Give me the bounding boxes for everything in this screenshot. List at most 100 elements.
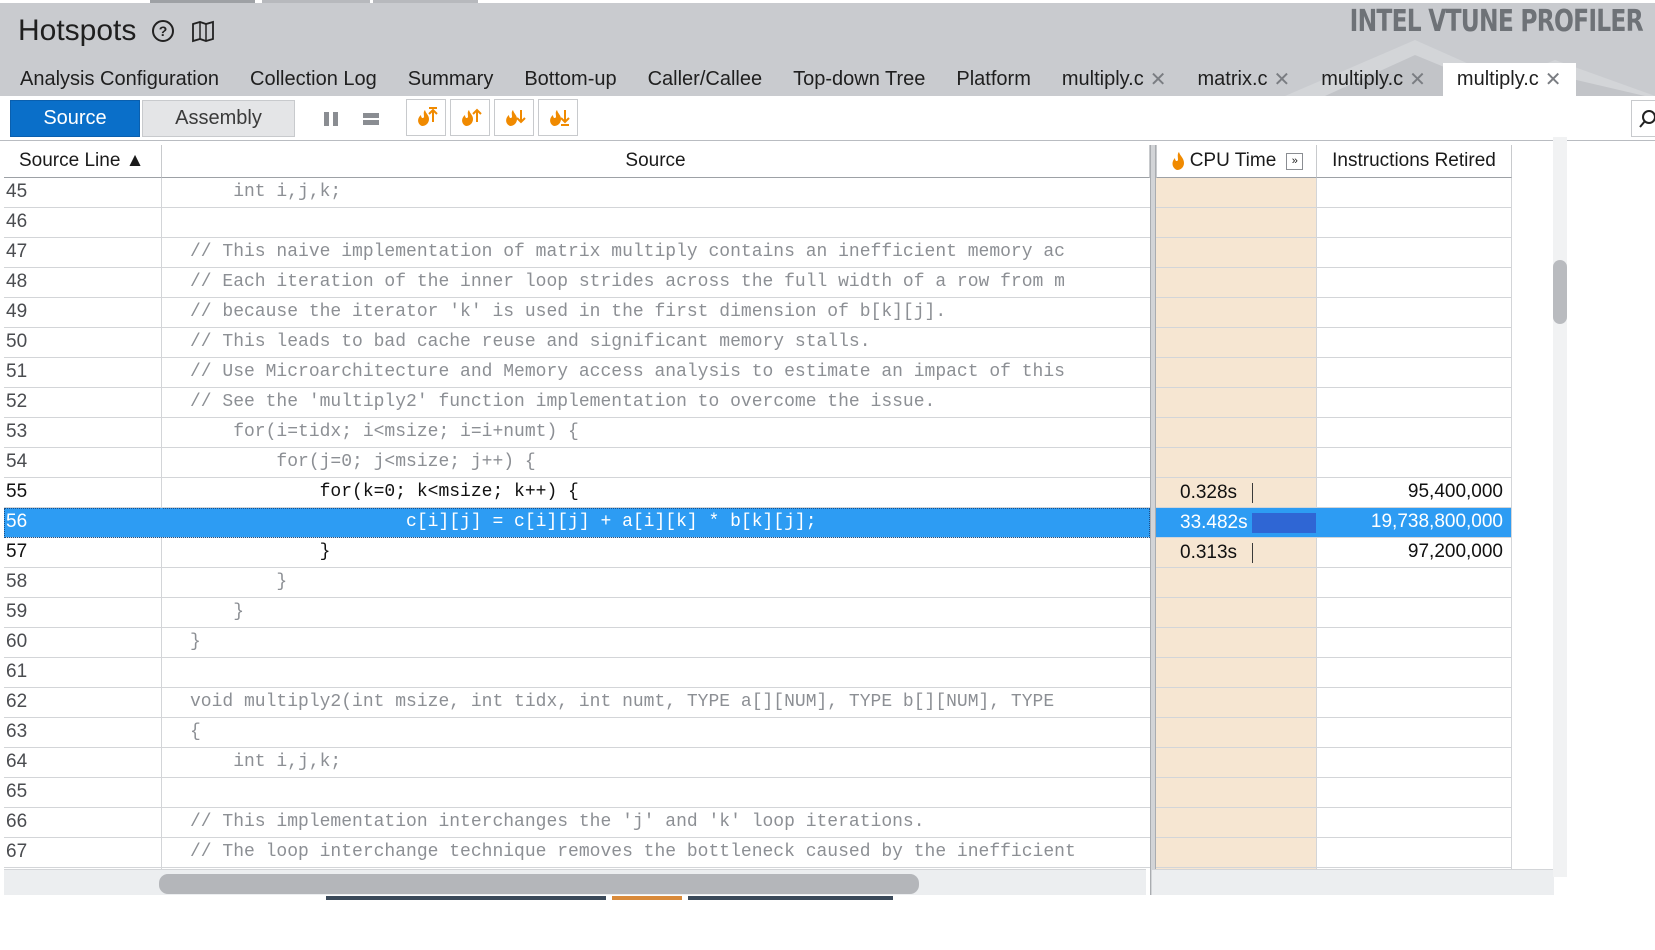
metric-row[interactable]: [1156, 178, 1512, 208]
line-number: 58: [4, 568, 162, 597]
metric-row[interactable]: [1156, 448, 1512, 478]
tab-matrix-c[interactable]: matrix.c ✕: [1184, 63, 1305, 96]
source-row[interactable]: 60}: [4, 628, 1150, 658]
vertical-scrollbar-thumb[interactable]: [1553, 260, 1567, 324]
source-row[interactable]: 45 int i,j,k;: [4, 178, 1150, 208]
source-row[interactable]: 55 for(k=0; k<msize; k++) {: [4, 478, 1150, 508]
source-row[interactable]: 62 void multiply2(int msize, int tidx, in…: [4, 688, 1150, 718]
source-code: for(j=0; j<msize; j++) {: [190, 452, 536, 472]
close-icon[interactable]: ✕: [1274, 67, 1291, 92]
tab-multiply-c-2[interactable]: multiply.c ✕: [1307, 63, 1440, 96]
metric-row[interactable]: [1156, 628, 1512, 658]
close-icon[interactable]: ✕: [1409, 67, 1426, 92]
tab-multiply-c-1[interactable]: multiply.c ✕: [1048, 63, 1181, 96]
split-vertical-icon[interactable]: [318, 106, 344, 132]
source-row[interactable]: 65: [4, 778, 1150, 808]
instructions-retired-value: [1317, 838, 1512, 867]
assembly-view-button[interactable]: Assembly: [142, 100, 295, 137]
previous-hotspot-icon[interactable]: [450, 99, 490, 136]
column-header-source[interactable]: Source: [162, 145, 1150, 178]
metric-row[interactable]: [1156, 688, 1512, 718]
source-row[interactable]: 67 // The loop interchange technique remo…: [4, 838, 1150, 868]
metric-row[interactable]: [1156, 418, 1512, 448]
source-row[interactable]: 53 for(i=tidx; i<msize; i=i+numt) {: [4, 418, 1150, 448]
tab-multiply-c-active[interactable]: multiply.c ✕: [1442, 63, 1576, 96]
close-icon[interactable]: ✕: [1545, 67, 1562, 92]
metric-row[interactable]: [1156, 808, 1512, 838]
source-view-button[interactable]: Source: [10, 100, 140, 137]
scroll-to-highest-hotspot-icon[interactable]: [406, 99, 446, 136]
tab-analysis-configuration[interactable]: Analysis Configuration: [6, 63, 233, 96]
cpu-time-cell: [1156, 688, 1317, 717]
source-row[interactable]: 58 }: [4, 568, 1150, 598]
metric-row[interactable]: [1156, 328, 1512, 358]
column-header-instructions-retired[interactable]: Instructions Retired: [1317, 145, 1512, 178]
source-row[interactable]: 47 // This naive implementation of matrix…: [4, 238, 1150, 268]
source-row[interactable]: 57 }: [4, 538, 1150, 568]
source-code: }: [190, 542, 331, 562]
source-row[interactable]: 63 {: [4, 718, 1150, 748]
tab-platform[interactable]: Platform: [942, 63, 1044, 96]
metric-row[interactable]: [1156, 358, 1512, 388]
metric-row[interactable]: 0.313s 97,200,000: [1156, 538, 1512, 568]
instructions-retired-value: [1317, 628, 1512, 657]
metric-row[interactable]: 33.482s 19,738,800,000: [1156, 508, 1512, 538]
metric-row[interactable]: [1156, 568, 1512, 598]
source-row[interactable]: 54 for(j=0; j<msize; j++) {: [4, 448, 1150, 478]
cpu-time-value: 33.482s: [1180, 512, 1248, 533]
search-icon[interactable]: [1631, 100, 1655, 137]
tab-summary[interactable]: Summary: [394, 63, 508, 96]
instructions-retired-value: [1317, 748, 1512, 777]
scrollbar-thumb[interactable]: [159, 874, 919, 894]
tab-collection-log[interactable]: Collection Log: [236, 63, 391, 96]
source-row[interactable]: 52 // See the 'multiply2' function implem…: [4, 388, 1150, 418]
split-horizontal-icon[interactable]: [358, 106, 384, 132]
column-header-source-line[interactable]: Source Line ▲: [4, 145, 162, 178]
source-row[interactable]: 51 // Use Microarchitecture and Memory ac…: [4, 358, 1150, 388]
cpu-time-value: 0.313s: [1180, 542, 1238, 563]
source-row[interactable]: 61: [4, 658, 1150, 688]
instructions-retired-value: [1317, 328, 1512, 357]
vertical-scrollbar[interactable]: [1553, 137, 1567, 877]
source-row[interactable]: 50 // This leads to bad cache reuse and s…: [4, 328, 1150, 358]
column-header-cpu-time[interactable]: CPU Time »: [1156, 145, 1317, 178]
metric-row[interactable]: [1156, 388, 1512, 418]
line-number: 59: [4, 598, 162, 627]
metric-row[interactable]: [1156, 238, 1512, 268]
metric-row[interactable]: 0.328s 95,400,000: [1156, 478, 1512, 508]
tab-top-down-tree[interactable]: Top-down Tree: [779, 63, 939, 96]
cpu-time-cell: [1156, 268, 1317, 297]
expand-column-icon[interactable]: »: [1286, 152, 1304, 170]
metric-row[interactable]: [1156, 778, 1512, 808]
source-row[interactable]: 56 c[i][j] = c[i][j] + a[i][k] * b[k][j]…: [4, 508, 1150, 538]
source-code: [162, 658, 1150, 687]
source-row[interactable]: 66 // This implementation interchanges th…: [4, 808, 1150, 838]
horizontal-scrollbar[interactable]: [4, 869, 1146, 896]
source-row[interactable]: 59 }: [4, 598, 1150, 628]
metric-row[interactable]: [1156, 208, 1512, 238]
metric-row[interactable]: [1156, 748, 1512, 778]
cpu-time-cell: [1156, 448, 1317, 477]
scroll-to-lowest-hotspot-icon[interactable]: [538, 99, 578, 136]
close-icon[interactable]: ✕: [1150, 67, 1167, 92]
cpu-time-cell: [1156, 628, 1317, 657]
metric-row[interactable]: [1156, 598, 1512, 628]
cpu-time-cell: [1156, 388, 1317, 417]
source-code: void multiply2(int msize, int tidx, int …: [190, 692, 1055, 712]
metric-row[interactable]: [1156, 838, 1512, 868]
next-hotspot-icon[interactable]: [494, 99, 534, 136]
source-row[interactable]: 64 int i,j,k;: [4, 748, 1150, 778]
metric-row[interactable]: [1156, 298, 1512, 328]
source-row[interactable]: 48 // Each iteration of the inner loop st…: [4, 268, 1150, 298]
help-icon[interactable]: ?: [150, 18, 176, 44]
cpu-time-cell: [1156, 778, 1317, 807]
book-icon[interactable]: [190, 18, 216, 44]
tab-bottom-up[interactable]: Bottom-up: [510, 63, 630, 96]
source-row[interactable]: 46: [4, 208, 1150, 238]
horizontal-scrollbar-metrics[interactable]: [1152, 869, 1554, 896]
tab-caller-callee[interactable]: Caller/Callee: [634, 63, 777, 96]
source-row[interactable]: 49 // because the iterator 'k' is used in…: [4, 298, 1150, 328]
metric-row[interactable]: [1156, 268, 1512, 298]
metric-row[interactable]: [1156, 658, 1512, 688]
metric-row[interactable]: [1156, 718, 1512, 748]
